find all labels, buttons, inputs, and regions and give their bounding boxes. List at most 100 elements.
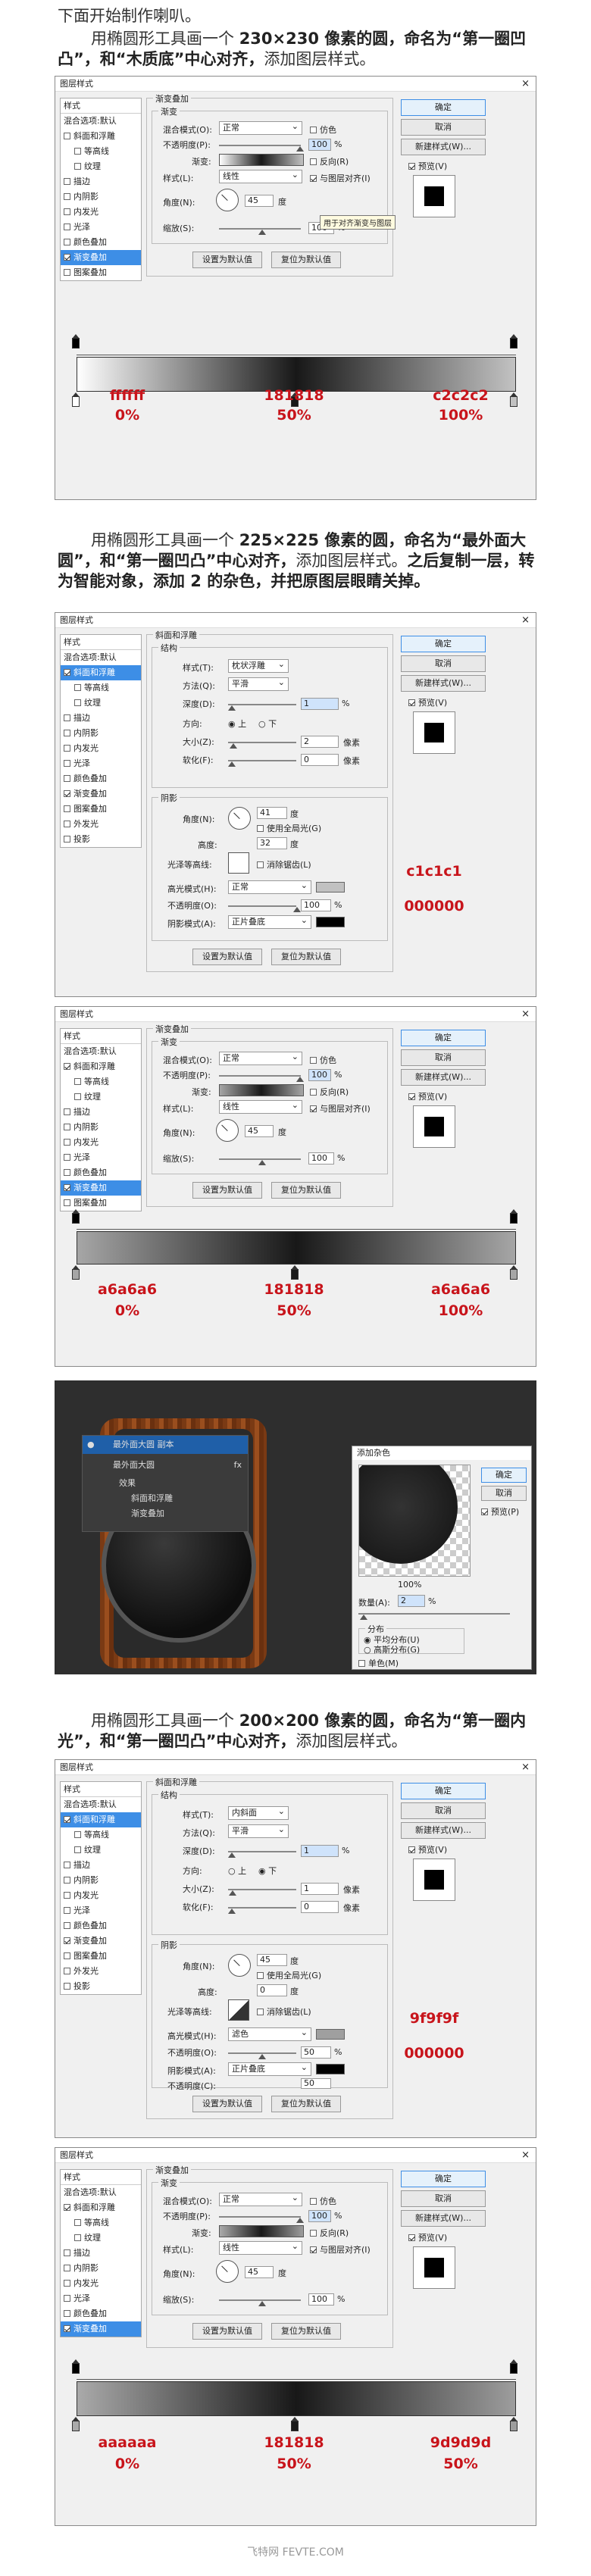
style-item-bevel[interactable]: 斜面和浮雕 <box>61 1812 141 1827</box>
checkbox-icon[interactable] <box>74 2219 81 2226</box>
direction-down-radio[interactable]: ◉ 下 <box>258 1865 277 1877</box>
checkbox-icon[interactable] <box>64 2325 70 2332</box>
anti-alias-checkbox[interactable]: 消除锯齿(L) <box>257 858 311 871</box>
checkbox-icon[interactable] <box>64 745 70 752</box>
ok-button[interactable]: 确定 <box>401 2171 486 2187</box>
style-item-texture[interactable]: 纹理 <box>61 1843 141 1858</box>
style-item-inner-shadow[interactable]: 内阴影 <box>61 1873 141 1888</box>
dither-checkbox[interactable]: 仿色 <box>310 2195 336 2207</box>
style-item-pattern-overlay[interactable]: 图案叠加 <box>61 265 141 280</box>
depth-input[interactable]: 1 <box>301 698 339 710</box>
preview-checkbox[interactable]: 预览(V) <box>408 160 447 172</box>
checkbox-icon[interactable] <box>64 1184 70 1191</box>
style-item-inner-glow[interactable]: 内发光 <box>61 741 141 756</box>
style-item-inner-shadow[interactable]: 内阴影 <box>61 189 141 205</box>
checkbox-icon[interactable] <box>64 714 70 721</box>
checkbox-icon[interactable] <box>64 836 70 843</box>
checkbox-icon[interactable] <box>64 1154 70 1161</box>
highlight-color-swatch[interactable] <box>316 2029 345 2040</box>
highlight-opacity-input[interactable]: 50 <box>301 2046 331 2059</box>
new-style-button[interactable]: 新建样式(W)... <box>401 139 486 155</box>
layer-row-copy[interactable]: ● 最外面大圆 副本 <box>83 1436 248 1454</box>
close-icon[interactable]: × <box>521 1760 530 1775</box>
color-stop[interactable] <box>510 1265 518 1280</box>
style-item-contour[interactable]: 等高线 <box>61 2215 141 2231</box>
highlight-opacity-input[interactable]: 100 <box>301 899 331 911</box>
style-item-inner-shadow[interactable]: 内阴影 <box>61 2261 141 2276</box>
new-style-button[interactable]: 新建样式(W)... <box>401 675 486 692</box>
direction-up-radio[interactable]: ◉ 上 <box>228 717 246 730</box>
checkbox-icon[interactable] <box>64 730 70 736</box>
gloss-contour-swatch[interactable] <box>228 852 249 874</box>
direction-up-radio[interactable]: ○ 上 <box>228 1865 246 1877</box>
method-select[interactable]: 平滑 <box>228 1824 289 1838</box>
checkbox-icon[interactable] <box>64 254 70 261</box>
altitude-input[interactable]: 32 <box>257 837 287 849</box>
highlight-color-swatch[interactable] <box>316 882 345 893</box>
checkbox-icon[interactable] <box>64 1922 70 1929</box>
checkbox-icon[interactable] <box>64 2310 70 2317</box>
size-input[interactable]: 2 <box>301 736 339 748</box>
color-stop[interactable] <box>72 1265 80 1280</box>
close-icon[interactable]: × <box>521 1007 530 1022</box>
style-item-color-overlay[interactable]: 颜色叠加 <box>61 1918 141 1934</box>
style-item-contour[interactable]: 等高线 <box>61 144 141 159</box>
checkbox-icon[interactable] <box>64 1892 70 1899</box>
styles-header[interactable]: 样式 <box>61 1782 141 1797</box>
new-style-button[interactable]: 新建样式(W)... <box>401 1069 486 1086</box>
color-stop[interactable] <box>72 392 80 407</box>
style-item-inner-shadow[interactable]: 内阴影 <box>61 726 141 741</box>
checkbox-icon[interactable] <box>64 1907 70 1914</box>
preview-checkbox[interactable]: 预览(V) <box>408 1843 447 1855</box>
style-item-contour[interactable]: 等高线 <box>61 1827 141 1843</box>
style-item-color-overlay[interactable]: 颜色叠加 <box>61 235 141 250</box>
highlight-mode-select[interactable]: 正常 <box>228 880 311 894</box>
bevel-style-select[interactable]: 枕状浮雕 <box>228 658 289 673</box>
checkbox-icon[interactable] <box>74 699 81 706</box>
scale-input[interactable]: 100 <box>308 2293 334 2306</box>
align-checkbox[interactable]: 与图层对齐(I) <box>310 1102 371 1114</box>
reset-default-button[interactable]: 复位为默认值 <box>271 2323 341 2340</box>
depth-input[interactable]: 1 <box>301 1845 339 1857</box>
style-item-texture[interactable]: 纹理 <box>61 159 141 174</box>
style-item-inner-glow[interactable]: 内发光 <box>61 2276 141 2291</box>
gradient-swatch[interactable] <box>219 1084 304 1096</box>
color-stop[interactable] <box>510 392 518 407</box>
checkbox-icon[interactable] <box>64 208 70 215</box>
direction-down-radio[interactable]: ○ 下 <box>258 717 277 730</box>
soften-input[interactable]: 0 <box>301 754 339 766</box>
checkbox-icon[interactable] <box>64 1952 70 1959</box>
checkbox-icon[interactable] <box>64 2204 70 2211</box>
new-style-button[interactable]: 新建样式(W)... <box>401 2210 486 2227</box>
style-item-drop-shadow[interactable]: 投影 <box>61 1979 141 1994</box>
angle-input[interactable]: 45 <box>245 1125 274 1137</box>
ok-button[interactable]: 确定 <box>401 1783 486 1799</box>
global-light-checkbox[interactable]: 使用全局光(G) <box>257 822 321 834</box>
noise-preview-checkbox[interactable]: 预览(P) <box>481 1505 519 1518</box>
cancel-button[interactable]: 取消 <box>401 655 486 672</box>
style-item-gradient-overlay[interactable]: 渐变叠加 <box>61 1934 141 1949</box>
opacity-stops-bar[interactable] <box>77 1222 516 1230</box>
styles-header[interactable]: 样式 <box>61 98 141 114</box>
altitude-input[interactable]: 0 <box>257 1984 287 1996</box>
checkbox-icon[interactable] <box>74 1846 81 1853</box>
style-item-color-overlay[interactable]: 颜色叠加 <box>61 2306 141 2321</box>
checkbox-icon[interactable] <box>64 224 70 230</box>
reset-default-button[interactable]: 复位为默认值 <box>271 949 341 965</box>
reset-default-button[interactable]: 复位为默认值 <box>271 1182 341 1199</box>
noise-ok-button[interactable]: 确定 <box>481 1468 527 1483</box>
checkbox-icon[interactable] <box>74 148 81 155</box>
blend-mode-select[interactable]: 正常 <box>219 1051 302 1065</box>
style-item-drop-shadow[interactable]: 投影 <box>61 832 141 847</box>
opacity-input[interactable]: 100 <box>308 2210 331 2222</box>
cancel-button[interactable]: 取消 <box>401 119 486 136</box>
checkbox-icon[interactable] <box>64 1063 70 1070</box>
checkbox-icon[interactable] <box>64 1968 70 1974</box>
style-item-contour[interactable]: 等高线 <box>61 680 141 696</box>
shadow-color-swatch[interactable] <box>316 917 345 927</box>
style-item-color-overlay[interactable]: 颜色叠加 <box>61 1165 141 1180</box>
style-item-satin[interactable]: 光泽 <box>61 1903 141 1918</box>
angle-dial[interactable] <box>216 1119 239 1142</box>
checkbox-icon[interactable] <box>64 2280 70 2287</box>
cancel-button[interactable]: 取消 <box>401 1802 486 1819</box>
